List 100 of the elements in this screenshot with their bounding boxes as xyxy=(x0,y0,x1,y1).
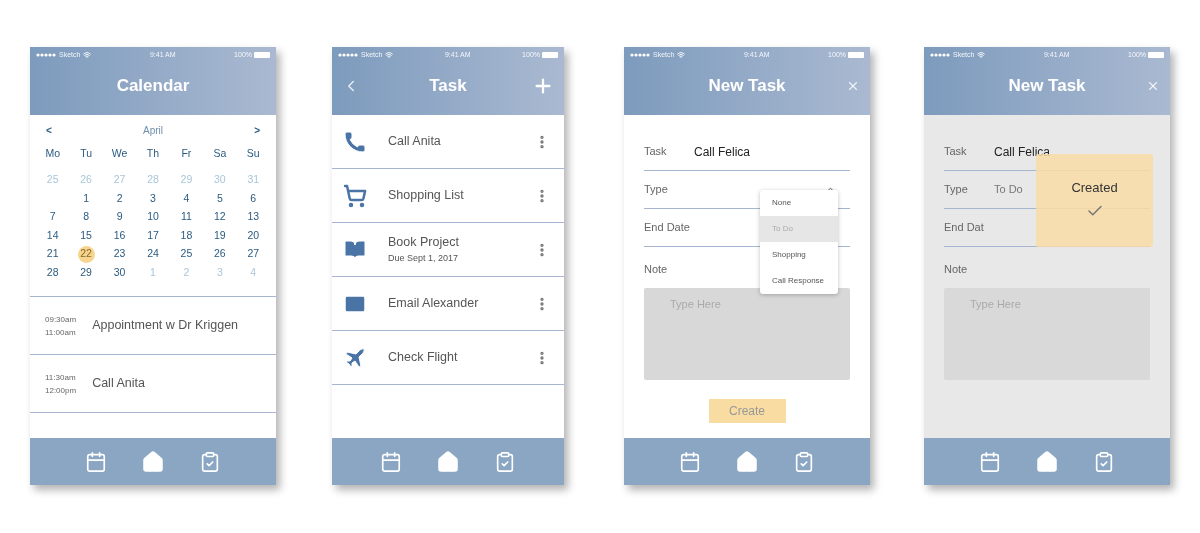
field-label: End Date xyxy=(644,220,691,236)
task-row[interactable]: Shopping List xyxy=(332,169,564,223)
calendar-day[interactable]: 30 xyxy=(111,264,129,282)
checklist-icon[interactable] xyxy=(793,450,815,473)
calendar-day[interactable]: 2 xyxy=(111,190,129,208)
home-icon[interactable] xyxy=(1035,449,1059,474)
calendar-icon[interactable] xyxy=(979,450,1001,473)
calendar-day[interactable]: 14 xyxy=(44,227,62,245)
calendar-day[interactable]: 1 xyxy=(77,190,95,208)
weekday-label: Mo xyxy=(45,146,60,161)
home-icon[interactable] xyxy=(436,449,460,474)
calendar-day[interactable]: 12 xyxy=(211,208,229,226)
close-icon[interactable] xyxy=(1146,79,1160,93)
field-value[interactable]: Call Felica xyxy=(694,142,750,161)
wifi-icon xyxy=(83,51,92,59)
calendar-day[interactable]: 23 xyxy=(111,245,129,263)
task-row[interactable]: Email Alexander xyxy=(332,277,564,331)
phone-icon xyxy=(343,129,367,154)
calendar-day[interactable]: 24 xyxy=(144,245,162,263)
task-row[interactable]: Check Flight xyxy=(332,331,564,385)
task-row[interactable]: Book Project Due Sept 1, 2017 xyxy=(332,223,564,277)
next-month-button[interactable]: > xyxy=(254,123,260,138)
event-end-time: 12:00pm xyxy=(45,384,77,397)
weekday-label: Th xyxy=(146,146,160,161)
calendar-day[interactable]: 28 xyxy=(44,264,62,282)
wifi-icon xyxy=(677,51,686,59)
wifi-icon xyxy=(977,51,986,59)
task-row[interactable]: Call Anita xyxy=(332,115,564,169)
task-title: Email Alexander xyxy=(388,295,480,313)
airplane-icon xyxy=(343,345,367,370)
calendar-day[interactable]: 15 xyxy=(77,227,95,245)
calendar-day[interactable]: 19 xyxy=(211,227,229,245)
calendar-day[interactable]: 7 xyxy=(44,208,62,226)
calendar-day[interactable]: 4 xyxy=(177,190,195,208)
close-icon[interactable] xyxy=(846,79,860,93)
screen-title: New Task xyxy=(1008,75,1086,98)
calendar-day[interactable]: 9 xyxy=(111,208,129,226)
toast-message: Created xyxy=(1071,179,1118,197)
calendar-day[interactable]: 5 xyxy=(211,190,229,208)
calendar-day[interactable]: 27 xyxy=(244,245,262,263)
dropdown-option[interactable]: None xyxy=(760,190,838,216)
event-title[interactable]: Call Anita xyxy=(92,374,145,393)
weekday-label: We xyxy=(111,146,128,161)
signal-dots-icon xyxy=(930,53,950,57)
note-label: Note xyxy=(944,263,968,275)
task-title: Shopping List xyxy=(388,187,465,205)
battery-icon xyxy=(254,52,270,58)
task-title: Check Flight xyxy=(388,349,459,367)
dropdown-option[interactable]: Shopping xyxy=(760,242,838,268)
calendar-day[interactable]: 29 xyxy=(77,264,95,282)
calendar-icon[interactable] xyxy=(380,450,402,473)
home-icon[interactable] xyxy=(141,449,165,474)
field-label: Type xyxy=(644,182,669,198)
task-title: Book Project xyxy=(388,234,460,252)
calendar-icon[interactable] xyxy=(679,450,701,473)
calendar-day[interactable]: 13 xyxy=(244,208,262,226)
wifi-icon xyxy=(385,51,394,59)
field-label: Type xyxy=(944,182,969,198)
battery-icon xyxy=(848,52,864,58)
calendar-day[interactable]: 26 xyxy=(211,245,229,263)
calendar-day[interactable]: 22 xyxy=(77,245,95,263)
task-title: Call Anita xyxy=(388,133,442,151)
checklist-icon[interactable] xyxy=(494,450,516,473)
checklist-icon[interactable] xyxy=(1093,450,1115,473)
weekday-label: Sa xyxy=(213,146,227,161)
calendar-day[interactable]: 18 xyxy=(177,227,195,245)
month-label: April xyxy=(143,124,163,138)
checklist-icon[interactable] xyxy=(199,450,221,473)
screen-title: Calendar xyxy=(116,75,190,98)
home-icon[interactable] xyxy=(735,449,759,474)
screen-title: Task xyxy=(429,75,467,98)
field-value[interactable]: Call Felica xyxy=(994,142,1050,161)
battery-icon xyxy=(542,52,558,58)
calendar-day[interactable]: 17 xyxy=(144,227,162,245)
note-label: Note xyxy=(644,263,668,275)
signal-dots-icon xyxy=(630,53,650,57)
calendar-day[interactable]: 6 xyxy=(244,190,262,208)
event-title[interactable]: Appointment w Dr Kriggen xyxy=(92,316,239,335)
calendar-day[interactable]: 20 xyxy=(244,227,262,245)
event-end-time: 11:00am xyxy=(45,326,77,339)
field-label: End Dat xyxy=(944,220,985,236)
calendar-day[interactable]: 16 xyxy=(111,227,129,245)
calendar-day[interactable]: 3 xyxy=(144,190,162,208)
event-start-time: 09:30am xyxy=(45,313,77,326)
calendar-day[interactable]: 8 xyxy=(77,208,95,226)
previous-month-button[interactable]: < xyxy=(46,123,52,138)
calendar-day[interactable]: 10 xyxy=(144,208,162,226)
calendar-icon[interactable] xyxy=(85,450,107,473)
field-value[interactable]: To Do xyxy=(994,181,1023,198)
calendar-day[interactable]: 11 xyxy=(177,208,195,226)
signal-dots-icon xyxy=(338,53,358,57)
calendar-day[interactable]: 21 xyxy=(44,245,62,263)
calendar-day[interactable]: 25 xyxy=(177,245,195,263)
field-label: Task xyxy=(944,144,968,160)
weekday-label: Fr xyxy=(181,146,192,161)
event-start-time: 11:30am xyxy=(45,371,77,384)
screen-title: New Task xyxy=(708,75,786,98)
weekday-label: Tu xyxy=(80,146,93,161)
weekday-label: Su xyxy=(246,146,260,161)
task-due-date: Due Sept 1, 2017 xyxy=(388,252,460,266)
